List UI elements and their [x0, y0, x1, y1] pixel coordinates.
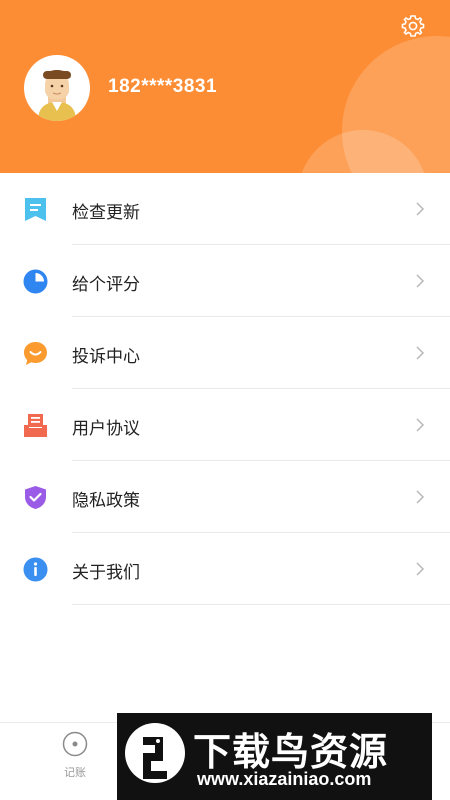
chevron-right-icon — [416, 490, 425, 504]
menu-item-user-agreement[interactable]: 用户协议 — [0, 389, 450, 461]
menu-item-complaint-center[interactable]: 投诉中心 — [0, 317, 450, 389]
settings-menu: 检查更新 给个评分 投诉中心 用户协议 隐私政策 关于我们 — [0, 173, 450, 605]
menu-item-check-update[interactable]: 检查更新 — [0, 173, 450, 245]
chevron-right-icon — [416, 562, 425, 576]
menu-item-label: 给个评分 — [72, 275, 140, 295]
bookmark-doc-icon — [25, 198, 46, 221]
user-phone-number: 182****3831 — [108, 76, 218, 97]
divider — [72, 604, 450, 605]
tab-ledger[interactable]: 记账 — [52, 731, 98, 783]
menu-item-privacy-policy[interactable]: 隐私政策 — [0, 461, 450, 533]
avatar[interactable] — [24, 55, 90, 121]
gear-icon — [401, 15, 425, 37]
menu-item-label: 隐私政策 — [72, 491, 140, 511]
chevron-right-icon — [416, 346, 425, 360]
watermark-url: www.xiazainiao.com — [197, 769, 372, 789]
menu-item-label: 用户协议 — [72, 419, 140, 439]
watermark-banner: 下载鸟资源 www.xiazainiao.com — [117, 713, 432, 800]
document-tray-icon — [24, 414, 47, 437]
menu-item-rate[interactable]: 给个评分 — [0, 245, 450, 317]
info-icon — [23, 557, 48, 582]
profile-header: 182****3831 — [0, 0, 450, 173]
chevron-right-icon — [416, 418, 425, 432]
bird-logo-icon — [125, 723, 185, 783]
menu-item-label: 关于我们 — [72, 563, 140, 583]
tab-label: 记账 — [64, 766, 86, 779]
menu-item-about-us[interactable]: 关于我们 — [0, 533, 450, 605]
clock-circle-icon — [62, 731, 88, 757]
settings-button[interactable] — [400, 13, 426, 39]
user-avatar-icon — [38, 70, 76, 121]
chevron-right-icon — [416, 202, 425, 216]
watermark-title: 下载鸟资源 — [193, 730, 389, 774]
menu-item-label: 检查更新 — [72, 203, 140, 223]
smile-chat-icon — [24, 342, 47, 365]
menu-item-label: 投诉中心 — [72, 347, 140, 367]
shield-check-icon — [25, 486, 46, 509]
pie-chart-icon — [23, 269, 48, 294]
chevron-right-icon — [416, 274, 425, 288]
